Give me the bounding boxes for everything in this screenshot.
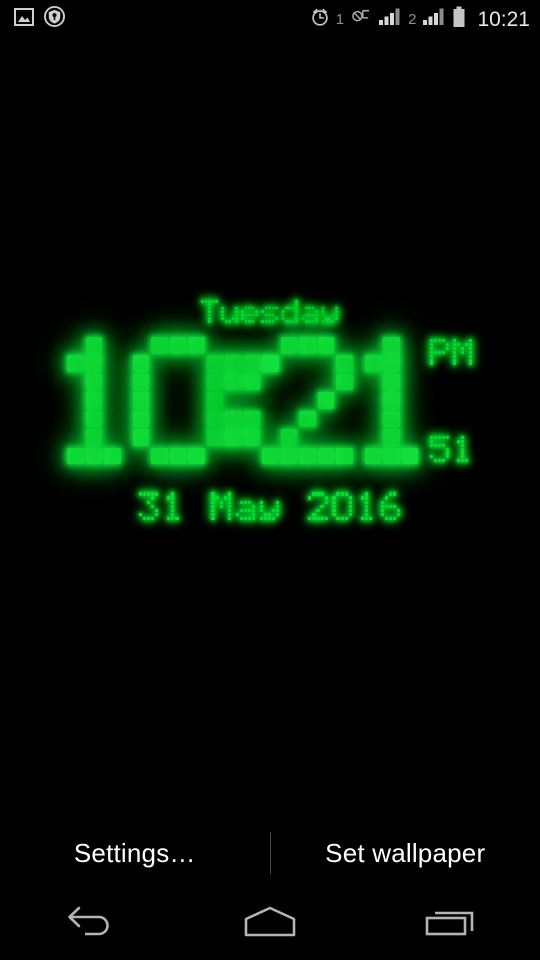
clock-date-row bbox=[0, 492, 540, 521]
clock-time-row bbox=[0, 337, 540, 465]
clock-time-main bbox=[67, 337, 420, 465]
settings-button[interactable]: Settings… bbox=[0, 838, 270, 869]
location-shield-icon bbox=[44, 5, 65, 32]
status-bar-left-icons bbox=[14, 5, 65, 32]
clock-weekday bbox=[201, 300, 338, 323]
clock-minutes bbox=[262, 337, 420, 465]
home-icon bbox=[241, 905, 299, 942]
back-arrow-icon bbox=[63, 905, 117, 942]
status-bar-clock: 10:21 bbox=[477, 7, 530, 31]
status-bar: 1 2 10:21 bbox=[0, 0, 540, 38]
clock-seconds bbox=[430, 435, 473, 463]
system-navigation-bar bbox=[0, 886, 540, 960]
alarm-clock-icon bbox=[310, 7, 330, 32]
screenshot-image-icon bbox=[14, 7, 34, 31]
led-clock-widget[interactable] bbox=[0, 300, 540, 580]
clock-hours bbox=[67, 337, 225, 465]
signal-bars-sim2-icon bbox=[422, 7, 446, 31]
clock-date bbox=[138, 492, 401, 521]
alarm-count-label: 1 bbox=[335, 10, 345, 28]
status-bar-right-icons: 1 2 10:21 bbox=[310, 6, 530, 33]
signal-bars-sim1-icon bbox=[378, 7, 402, 31]
nav-home-button[interactable] bbox=[210, 886, 330, 960]
set-wallpaper-button[interactable]: Set wallpaper bbox=[271, 838, 540, 869]
sim2-label: 2 bbox=[408, 10, 417, 28]
clock-separator bbox=[225, 337, 262, 464]
clock-meridiem bbox=[430, 339, 473, 366]
nav-back-button[interactable] bbox=[30, 886, 150, 960]
clock-side-column bbox=[430, 337, 473, 464]
wallpaper-preview-screen: 1 2 10:21 Settings… Set wallpaper bbox=[0, 0, 540, 960]
nav-recents-button[interactable] bbox=[390, 886, 510, 960]
recent-apps-icon bbox=[422, 905, 478, 942]
clock-weekday-row bbox=[0, 300, 540, 323]
battery-icon bbox=[452, 6, 466, 33]
mute-ringer-icon bbox=[350, 8, 372, 31]
wallpaper-action-bar: Settings… Set wallpaper bbox=[0, 820, 540, 886]
